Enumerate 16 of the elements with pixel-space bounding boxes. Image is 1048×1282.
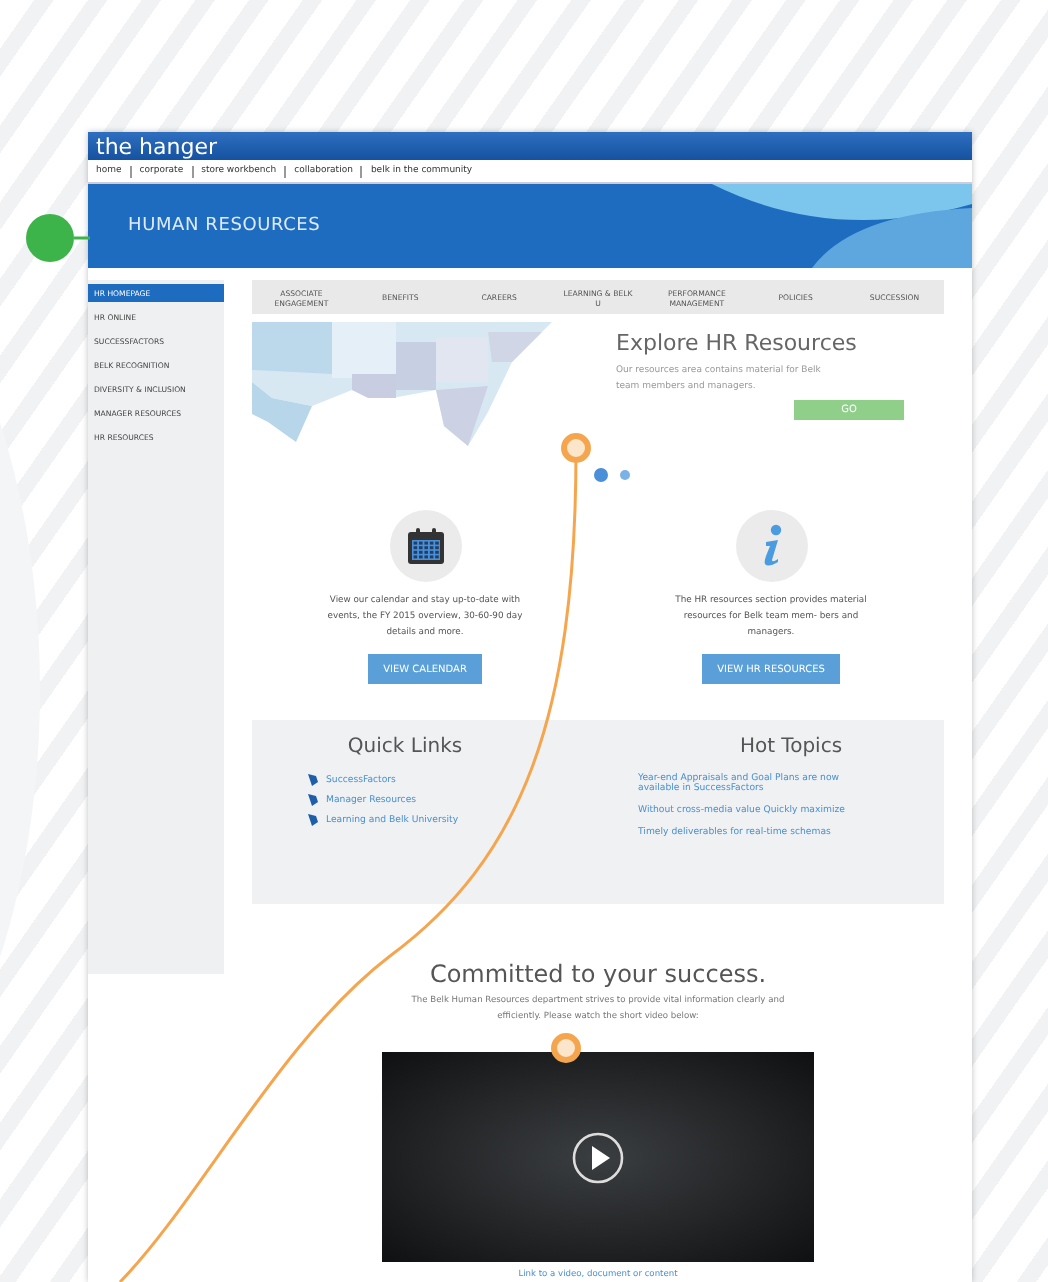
- marker-dot: [561, 433, 591, 463]
- carousel-dot[interactable]: [594, 468, 608, 482]
- play-icon[interactable]: [572, 1131, 624, 1183]
- carousel-dot[interactable]: [620, 470, 630, 480]
- hero-title: Explore HR Resources: [616, 330, 857, 356]
- panel-title: Quick Links: [347, 736, 463, 758]
- callout-marker: [26, 214, 90, 262]
- section-title: Committed to your success.: [429, 960, 767, 988]
- link-bullet-icon: [308, 794, 318, 806]
- link-bullet-icon: [308, 774, 318, 786]
- link-bullet-icon: [308, 814, 318, 826]
- banner-title: HUMAN RESOURCES: [128, 216, 321, 236]
- marker-dot: [551, 1033, 581, 1063]
- site-title: the hanger: [96, 135, 218, 157]
- panel-title: Hot Topics: [739, 736, 843, 758]
- calendar-icon: [405, 526, 445, 566]
